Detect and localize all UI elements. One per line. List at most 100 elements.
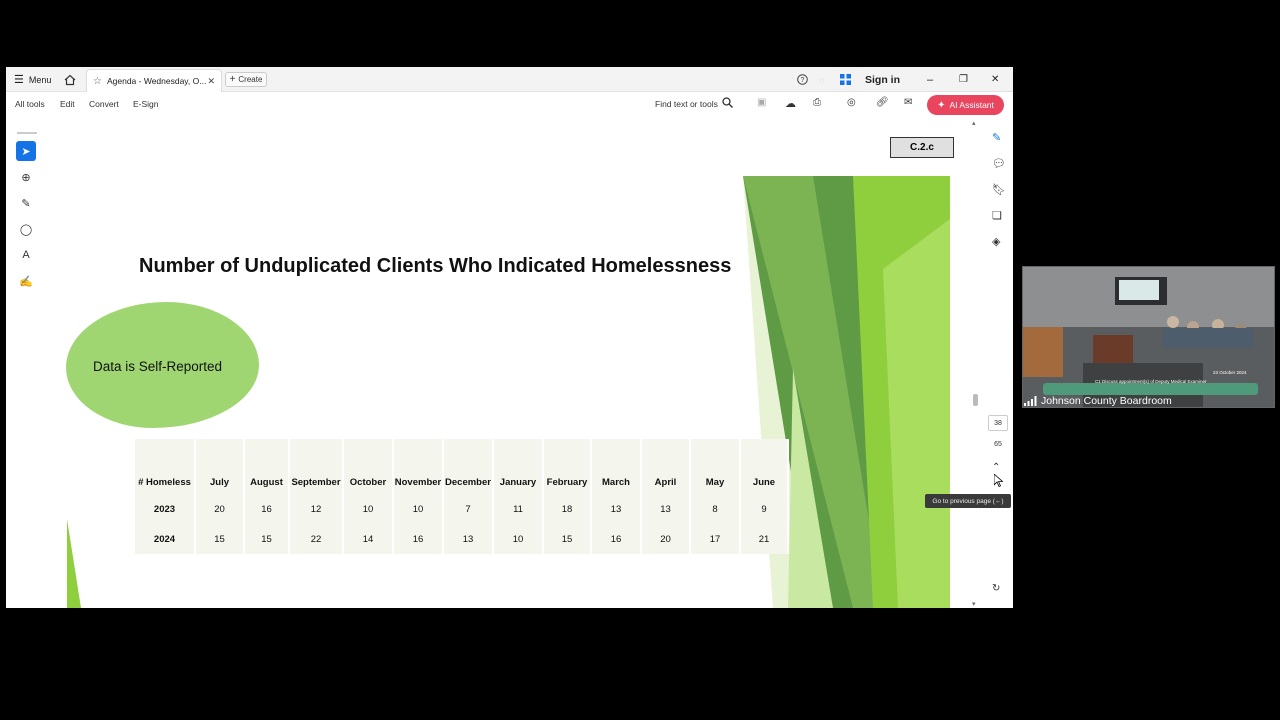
edit-pdf-icon[interactable]: ✎ bbox=[992, 131, 1001, 144]
table-cell: 2024 bbox=[135, 524, 196, 554]
homeless-table: # Homeless July August September October… bbox=[135, 439, 789, 554]
edit-menu[interactable]: Edit bbox=[60, 99, 75, 109]
minimize-icon[interactable]: – bbox=[927, 67, 933, 92]
table-cell: 16 bbox=[591, 524, 642, 554]
hamburger-icon: ☰ bbox=[14, 74, 24, 86]
link-icon[interactable]: 🔗︎ bbox=[876, 97, 889, 108]
scroll-thumb[interactable] bbox=[973, 394, 978, 406]
table-cell: 17 bbox=[690, 524, 741, 554]
create-label: Create bbox=[238, 75, 263, 84]
table-cell: 15 bbox=[244, 524, 290, 554]
create-button[interactable]: + Create bbox=[225, 72, 267, 87]
table-cell: 22 bbox=[289, 524, 344, 554]
close-window-icon[interactable]: ✕ bbox=[991, 67, 999, 92]
callout-text: Data is Self-Reported bbox=[93, 359, 223, 374]
table-cell: 15 bbox=[195, 524, 245, 554]
svg-text:?: ? bbox=[801, 77, 805, 84]
share-icon[interactable]: ◎ bbox=[847, 97, 856, 108]
table-header-cell: January bbox=[493, 439, 544, 494]
table-cell: 10 bbox=[493, 524, 544, 554]
previous-page-tooltip: Go to previous page (←) bbox=[925, 494, 1011, 508]
table-header-cell: December bbox=[443, 439, 494, 494]
home-icon[interactable] bbox=[64, 67, 76, 92]
star-icon[interactable]: ☆ bbox=[93, 76, 102, 87]
table-header-cell: # Homeless bbox=[135, 439, 196, 494]
search-icon[interactable] bbox=[722, 97, 733, 108]
upload-cloud-icon[interactable]: ☁ bbox=[785, 97, 796, 110]
total-pages-label: 65 bbox=[994, 441, 1002, 448]
table-cell: 13 bbox=[443, 524, 494, 554]
table-header-cell: February bbox=[543, 439, 592, 494]
scroll-down-icon[interactable]: ▾ bbox=[972, 600, 976, 608]
pdf-viewer-window: ☰ Menu ☆ Agenda - Wednesday, O... ✕ + Cr… bbox=[6, 67, 1013, 608]
table-header-row: # Homeless July August September October… bbox=[135, 439, 789, 494]
tab-agenda[interactable]: ☆ Agenda - Wednesday, O... ✕ bbox=[86, 69, 222, 92]
restore-icon[interactable]: ❐ bbox=[959, 67, 968, 92]
table-cell: 20 bbox=[195, 494, 245, 524]
sign-tool-icon[interactable]: ✍ bbox=[18, 273, 34, 289]
close-tab-icon[interactable]: ✕ bbox=[207, 76, 215, 87]
email-icon[interactable]: ✉ bbox=[904, 97, 912, 108]
room-name: Johnson County Boardroom bbox=[1041, 395, 1172, 407]
table-header-cell: March bbox=[591, 439, 642, 494]
bookmark-icon[interactable]: 🔖︎ bbox=[992, 183, 1006, 196]
scroll-up-icon[interactable]: ▴ bbox=[972, 119, 976, 127]
esign-menu[interactable]: E-Sign bbox=[133, 99, 159, 109]
page-view-icon[interactable]: ▤ bbox=[992, 607, 1001, 608]
convert-menu[interactable]: Convert bbox=[89, 99, 119, 109]
table-cell: 11 bbox=[493, 494, 544, 524]
ai-assistant-button[interactable]: ✦ AI Assistant bbox=[927, 95, 1004, 115]
table-cell: 15 bbox=[543, 524, 592, 554]
help-icon[interactable]: ? bbox=[797, 67, 808, 92]
document-page: C.2.c Number of Unduplicated Clients Who… bbox=[53, 119, 974, 608]
apps-grid-icon[interactable] bbox=[840, 67, 851, 92]
table-cell: 18 bbox=[543, 494, 592, 524]
video-date: 23 October 2024 bbox=[1213, 370, 1247, 375]
select-tool-icon[interactable]: ➤ bbox=[16, 141, 36, 161]
table-cell: 8 bbox=[690, 494, 741, 524]
all-tools-menu[interactable]: All tools bbox=[15, 99, 45, 109]
ai-sparkle-icon: ✦ bbox=[937, 99, 946, 111]
save-icon[interactable]: ▣ bbox=[757, 97, 766, 108]
text-tool-icon[interactable]: A bbox=[18, 247, 34, 263]
layers-icon[interactable]: ◈ bbox=[992, 235, 1000, 248]
table-cell: 14 bbox=[343, 524, 394, 554]
table-cell: 2023 bbox=[135, 494, 196, 524]
table-cell: 21 bbox=[740, 524, 789, 554]
signal-bars-icon bbox=[1024, 396, 1037, 406]
current-page-field[interactable]: 38 bbox=[988, 415, 1008, 431]
video-caption: C1 Discuss appointment(s) of Deputy Medi… bbox=[1095, 379, 1207, 384]
notification-bell-icon[interactable]: ◌ bbox=[819, 67, 824, 92]
menu-label: Menu bbox=[28, 74, 52, 85]
table-cell: 7 bbox=[443, 494, 494, 524]
table-cell: 16 bbox=[393, 524, 444, 554]
video-feed: C1 Discuss appointment(s) of Deputy Medi… bbox=[1022, 266, 1275, 408]
find-tools-field[interactable]: Find text or tools bbox=[655, 99, 718, 109]
pages-icon[interactable]: ❏ bbox=[992, 209, 1002, 222]
table-cell: 16 bbox=[244, 494, 290, 524]
table-cell: 10 bbox=[393, 494, 444, 524]
tab-label: Agenda - Wednesday, O... bbox=[106, 76, 207, 86]
comment-tool-icon[interactable]: ⊕ bbox=[18, 169, 34, 185]
tools-bar: All tools Edit Convert E-Sign Find text … bbox=[6, 93, 1013, 119]
table-header-cell: May bbox=[690, 439, 741, 494]
table-header-cell: August bbox=[244, 439, 290, 494]
table-cell: 13 bbox=[591, 494, 642, 524]
previous-page-icon[interactable]: ⌃ bbox=[992, 462, 1000, 473]
sign-in-button[interactable]: Sign in bbox=[865, 67, 900, 92]
mouse-cursor-icon bbox=[994, 474, 1003, 487]
comments-icon[interactable]: 💬︎ bbox=[992, 157, 1006, 170]
table-cell: 20 bbox=[641, 524, 691, 554]
video-room-label: Johnson County Boardroom bbox=[1024, 395, 1172, 407]
table-cell: 10 bbox=[343, 494, 394, 524]
table-row: 2024 15 15 22 14 16 13 10 15 16 20 17 21 bbox=[135, 524, 789, 554]
lasso-tool-icon[interactable]: ◯ bbox=[18, 221, 34, 237]
print-icon[interactable]: ⎙ bbox=[813, 97, 821, 108]
vertical-scrollbar[interactable]: ▴ ▾ bbox=[970, 119, 980, 608]
agenda-tag-label: C.2.c bbox=[890, 137, 954, 158]
menu-button[interactable]: ☰ Menu bbox=[14, 67, 51, 92]
refresh-icon[interactable]: ↻ bbox=[992, 583, 1000, 594]
boardroom-scene bbox=[1023, 267, 1274, 407]
slide-title: Number of Unduplicated Clients Who Indic… bbox=[139, 255, 732, 277]
pen-tool-icon[interactable]: ✎ bbox=[18, 195, 34, 211]
